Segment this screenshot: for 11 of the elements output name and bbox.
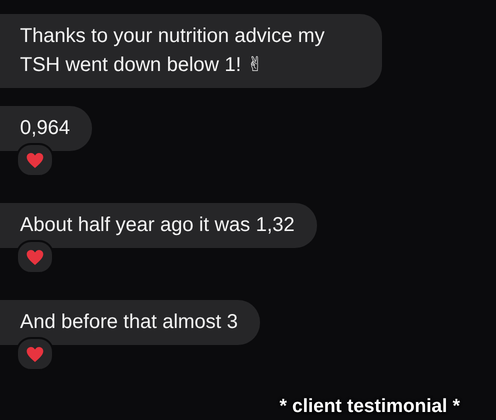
heart-reaction[interactable] <box>16 240 54 274</box>
heart-reaction[interactable] <box>16 337 54 371</box>
heart-icon <box>26 248 44 266</box>
heart-reaction[interactable] <box>16 143 54 177</box>
message-bubble: 0,964 <box>0 106 92 151</box>
message-bubble: Thanks to your nutrition advice my TSH went down below 1! ✌ <box>0 14 382 88</box>
heart-icon <box>26 152 44 168</box>
heart-icon <box>26 346 44 362</box>
caption-overlay: * client testimonial * <box>279 396 460 418</box>
message-bubble: And before that almost 3 <box>0 300 260 345</box>
message-bubble: About half year ago it was 1,32 <box>0 203 317 248</box>
